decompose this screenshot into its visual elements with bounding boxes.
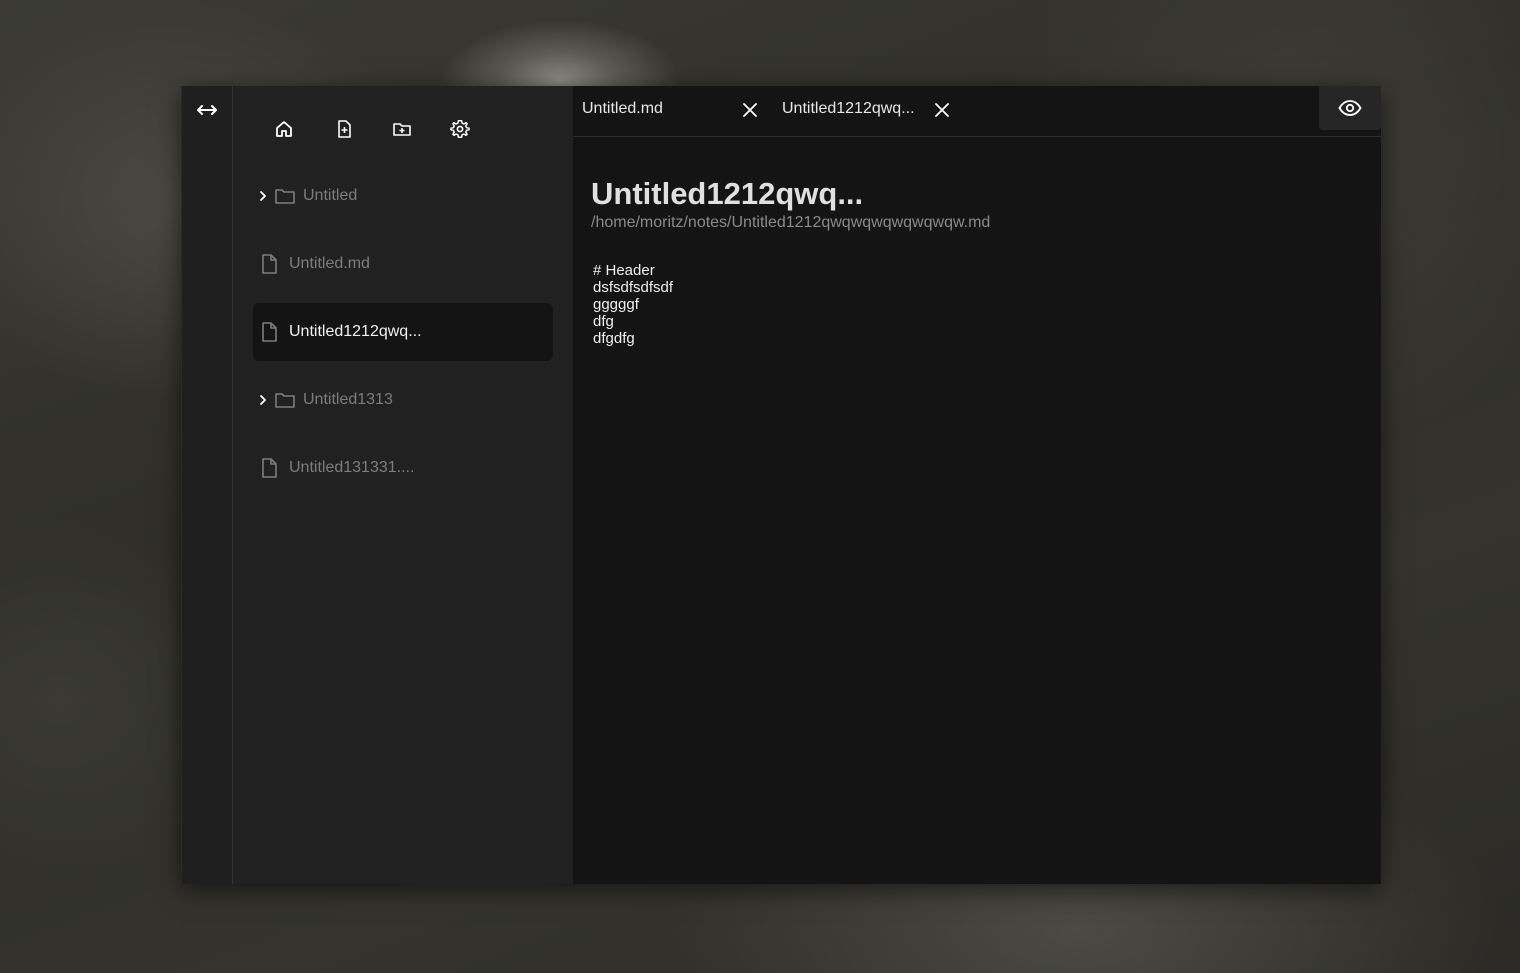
resize-horizontal-icon xyxy=(197,105,217,115)
tree-file-untitled-md[interactable]: Untitled.md xyxy=(253,235,553,293)
chevron-right-icon[interactable] xyxy=(253,190,273,202)
document-path: /home/moritz/notes/Untitled1212qwqwqwqwq… xyxy=(591,214,991,231)
file-plus-icon xyxy=(338,120,351,138)
editor-line: dfgdfg xyxy=(593,330,635,347)
file-icon xyxy=(257,457,281,479)
eye-icon xyxy=(1338,100,1362,116)
tab-label: Untitled.md xyxy=(582,100,663,117)
side-rail xyxy=(181,86,233,884)
editor-line: # Header xyxy=(593,262,655,279)
tree-file-untitled131331[interactable]: Untitled131331.... xyxy=(253,439,553,497)
tree-item-label: Untitled131331.... xyxy=(289,459,415,476)
folder-plus-icon xyxy=(393,123,411,136)
tab-untitled-md[interactable]: Untitled.md xyxy=(582,86,772,132)
document-title: Untitled1212qwq... xyxy=(591,176,864,211)
app-window: Untitled Untitled.md Untitled1212qwq... xyxy=(181,86,1381,884)
tree-item-label: Untitled xyxy=(303,187,358,204)
editor-pane: Untitled.md Untitled1212qwq... Untitled1… xyxy=(573,86,1381,884)
new-file-button[interactable] xyxy=(331,116,357,142)
editor-line: dsfsdfsdfsdf xyxy=(593,279,674,296)
markdown-editor[interactable]: # Header dsfsdfsdfsdf gggggf dfg dfgdfg xyxy=(593,262,673,347)
tree-folder-untitled[interactable]: Untitled xyxy=(253,167,553,225)
chevron-right-icon[interactable] xyxy=(253,394,273,406)
tree-item-label: Untitled.md xyxy=(289,255,370,272)
sidebar-toolbar xyxy=(233,116,573,142)
folder-icon xyxy=(273,391,297,409)
file-icon xyxy=(257,253,281,275)
home-icon xyxy=(276,121,292,137)
close-icon xyxy=(743,103,757,117)
close-icon xyxy=(935,103,949,117)
close-tab-button[interactable] xyxy=(930,98,954,122)
editor-line: gggggf xyxy=(593,296,639,313)
new-folder-button[interactable] xyxy=(389,116,415,142)
tree-item-label: Untitled1313 xyxy=(303,391,393,408)
tab-label: Untitled1212qwq... xyxy=(782,100,915,117)
tree-item-label: Untitled1212qwq... xyxy=(289,323,422,340)
close-tab-button[interactable] xyxy=(738,98,762,122)
folder-icon xyxy=(273,187,297,205)
file-icon xyxy=(257,321,281,343)
gear-icon xyxy=(450,120,470,138)
preview-toggle-button[interactable] xyxy=(1319,86,1381,130)
tree-file-untitled1212qwq[interactable]: Untitled1212qwq... xyxy=(253,303,553,361)
home-button[interactable] xyxy=(271,116,297,142)
settings-button[interactable] xyxy=(447,116,473,142)
toggle-sidebar-button[interactable] xyxy=(194,98,220,122)
tab-untitled1212qwq[interactable]: Untitled1212qwq... xyxy=(782,86,972,132)
tree-folder-untitled1313[interactable]: Untitled1313 xyxy=(253,371,553,429)
editor-line: dfg xyxy=(593,313,614,330)
tab-bar: Untitled.md Untitled1212qwq... xyxy=(573,86,1381,137)
file-sidebar: Untitled Untitled.md Untitled1212qwq... xyxy=(233,86,573,884)
